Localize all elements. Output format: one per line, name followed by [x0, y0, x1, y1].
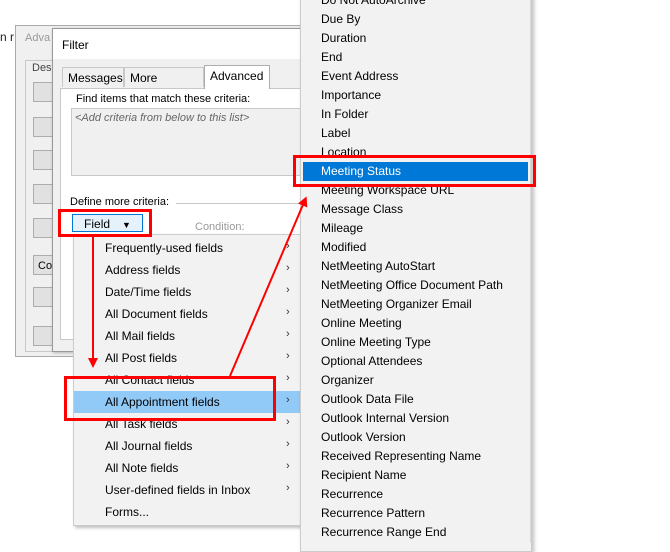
arrow-appointment-to-meeting-status [229, 196, 308, 377]
annotation-arrows [88, 196, 308, 377]
